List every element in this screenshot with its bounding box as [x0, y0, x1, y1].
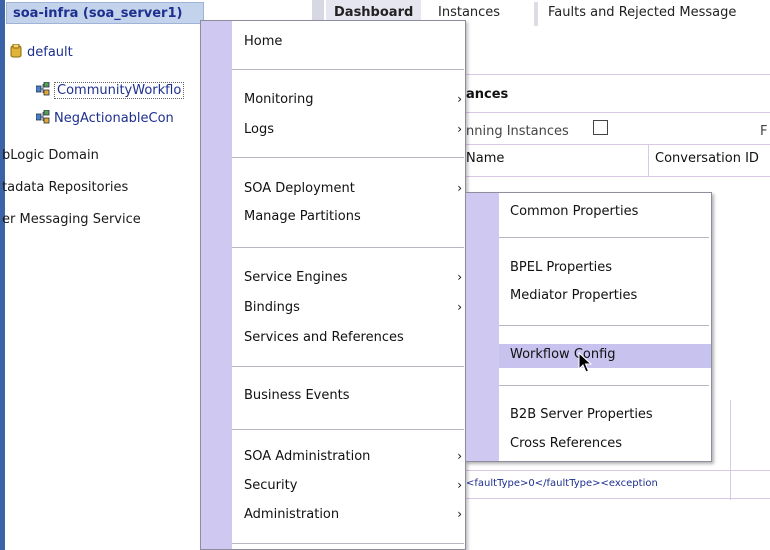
- tree-node-metadata-repositories[interactable]: tadata Repositories: [2, 180, 128, 195]
- menu-item-label: Business Events: [244, 388, 350, 403]
- menu-item-administration[interactable]: Administration ›: [232, 504, 466, 528]
- context-menu-gutter: [201, 21, 232, 549]
- menu-separator: [232, 69, 464, 70]
- menu-item-label: Home: [244, 34, 283, 49]
- submenu-arrow-icon: ›: [457, 449, 462, 463]
- submenu-gutter: [466, 193, 499, 461]
- menu-item-manage-partitions[interactable]: Manage Partitions: [232, 206, 466, 230]
- tree-node-weblogic-label: bLogic Domain: [2, 148, 99, 163]
- menu-item-monitoring[interactable]: Monitoring ›: [232, 89, 466, 113]
- submenu-arrow-icon: ›: [457, 122, 462, 136]
- tree-node-composite-community-workflow[interactable]: CommunityWorkflo: [36, 82, 185, 99]
- submenu-item-mediator-properties[interactable]: Mediator Properties: [499, 285, 711, 309]
- menu-item-soa-administration[interactable]: SOA Administration ›: [232, 446, 466, 470]
- section-title: ances: [466, 87, 509, 102]
- menu-item-bindings[interactable]: Bindings ›: [232, 297, 466, 321]
- menu-item-label: Monitoring: [244, 92, 314, 107]
- menu-item-label: Bindings: [244, 300, 300, 315]
- submenu-item-label: BPEL Properties: [510, 260, 613, 275]
- menu-separator: [499, 237, 709, 238]
- column-header-name[interactable]: Name: [466, 151, 504, 166]
- tab-faults-rejected[interactable]: Faults and Rejected Message: [540, 0, 744, 24]
- tree-node-composite-label: CommunityWorkflo: [54, 82, 185, 99]
- menu-separator: [499, 325, 709, 326]
- menu-separator: [232, 429, 464, 430]
- composite-icon: [36, 110, 50, 124]
- menu-item-soa-deployment[interactable]: SOA Deployment ›: [232, 178, 466, 202]
- table-header-bottom-line: [466, 176, 770, 177]
- table-row-line: [466, 470, 770, 471]
- content-divider: [466, 112, 770, 113]
- column-divider: [648, 144, 649, 176]
- menu-item-label: SOA Administration: [244, 449, 371, 464]
- submenu-item-label: Workflow Config: [510, 347, 616, 362]
- running-instances-label: nning Instances: [466, 124, 569, 139]
- tab-separator: [534, 2, 538, 26]
- menu-separator: [499, 385, 709, 386]
- submenu-item-label: B2B Server Properties: [510, 407, 653, 422]
- menu-item-business-events[interactable]: Business Events: [232, 385, 466, 409]
- submenu-item-b2b-server-properties[interactable]: B2B Server Properties: [499, 404, 711, 428]
- content-divider: [466, 74, 770, 75]
- menu-item-services-references[interactable]: Services and References: [232, 327, 466, 351]
- submenu-item-common-properties[interactable]: Common Properties: [499, 201, 711, 225]
- menu-item-label: Services and References: [244, 330, 404, 345]
- menu-item-label: Administration: [244, 507, 340, 522]
- fault-detail-text[interactable]: <faultType>0</faultType><exception: [466, 478, 731, 489]
- tree-node-soa-infra-label: soa-infra (soa_server1): [13, 6, 183, 21]
- submenu-arrow-icon: ›: [457, 92, 462, 106]
- nav-accent-bar: [0, 0, 5, 550]
- submenu-arrow-icon: ›: [457, 181, 462, 195]
- tree-node-composite-neg-actionable[interactable]: NegActionableCon: [36, 110, 174, 126]
- menu-item-service-engines[interactable]: Service Engines ›: [232, 267, 466, 291]
- tree-node-weblogic-domain[interactable]: bLogic Domain: [2, 148, 99, 163]
- menu-separator: [232, 366, 464, 367]
- menu-separator: [232, 247, 464, 248]
- composite-icon: [36, 82, 50, 96]
- tree-node-default-partition[interactable]: default: [10, 44, 73, 60]
- menu-separator: [232, 157, 464, 158]
- tree-node-composite-label: NegActionableCon: [54, 111, 174, 126]
- mouse-pointer-icon: [578, 352, 592, 373]
- partition-folder-icon: [10, 44, 22, 58]
- table-header-top-line: [466, 144, 770, 145]
- table-row-line: [466, 498, 770, 499]
- running-instances-checkbox[interactable]: [593, 120, 608, 135]
- submenu-arrow-icon: ›: [457, 507, 462, 521]
- submenu-item-label: Mediator Properties: [510, 288, 638, 303]
- submenu-item-bpel-properties[interactable]: BPEL Properties: [499, 257, 711, 281]
- menu-item-label: SOA Deployment: [244, 181, 355, 196]
- menu-item-label: Logs: [244, 122, 274, 137]
- submenu-arrow-icon: ›: [457, 270, 462, 284]
- soa-administration-submenu: Common Properties BPEL Properties Mediat…: [465, 192, 712, 462]
- tree-node-default-label: default: [27, 45, 73, 60]
- submenu-item-cross-references[interactable]: Cross References: [499, 433, 711, 457]
- context-menu: Home Monitoring › Logs › SOA Deployment …: [200, 20, 466, 550]
- tree-node-soa-infra[interactable]: soa-infra (soa_server1): [6, 2, 204, 24]
- column-header-conversation-id[interactable]: Conversation ID: [655, 151, 759, 166]
- menu-item-security[interactable]: Security ›: [232, 475, 466, 499]
- submenu-item-label: Cross References: [510, 436, 623, 451]
- truncated-filter-label: F: [760, 124, 768, 139]
- submenu-item-label: Common Properties: [510, 204, 639, 219]
- menu-item-label: Service Engines: [244, 270, 348, 285]
- submenu-arrow-icon: ›: [457, 300, 462, 314]
- submenu-arrow-icon: ›: [457, 478, 462, 492]
- tree-node-metadata-label: tadata Repositories: [2, 180, 129, 195]
- tree-node-user-messaging[interactable]: er Messaging Service: [2, 212, 141, 227]
- tree-node-messaging-label: er Messaging Service: [2, 212, 141, 227]
- menu-item-logs[interactable]: Logs ›: [232, 119, 466, 143]
- submenu-item-workflow-config[interactable]: Workflow Config: [499, 344, 711, 368]
- menu-item-label: Security: [244, 478, 298, 493]
- menu-separator: [232, 543, 464, 544]
- menu-item-label: Manage Partitions: [244, 209, 361, 224]
- menu-item-home[interactable]: Home: [232, 31, 466, 55]
